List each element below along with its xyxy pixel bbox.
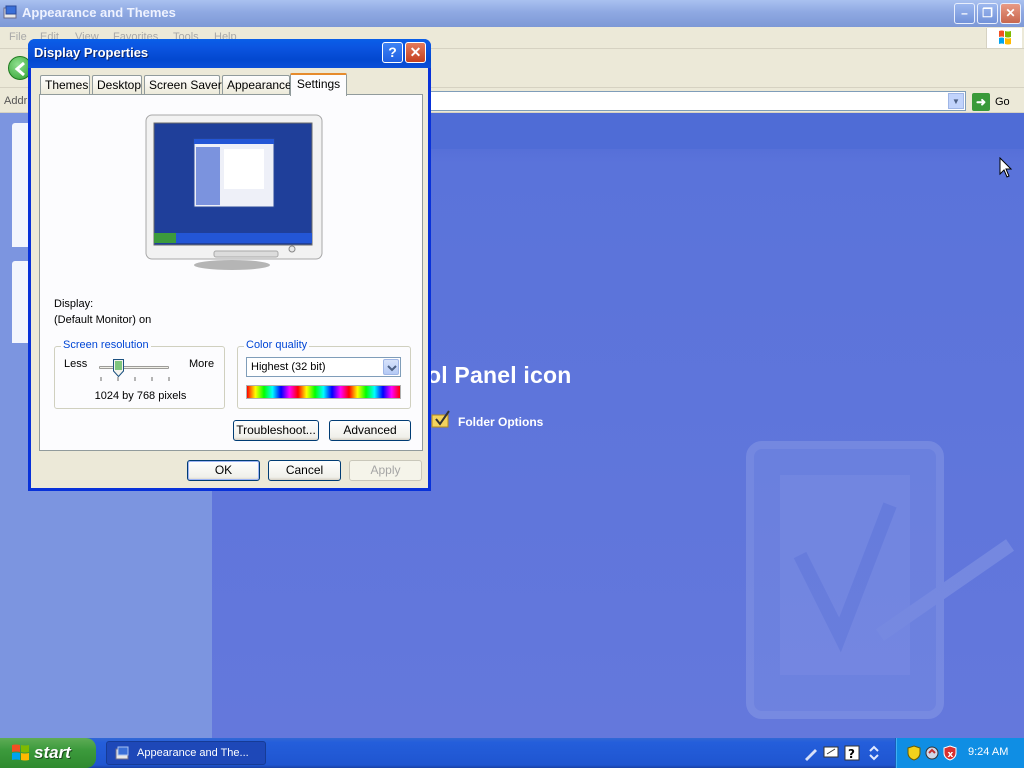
display-settings-icon[interactable] — [823, 745, 839, 761]
dialog-title-bar[interactable]: Display Properties ? ✕ — [28, 39, 431, 68]
explorer-title-bar[interactable]: Appearance and Themes – ❐ ✕ — [0, 0, 1024, 27]
monitor-preview-icon — [145, 114, 323, 270]
settings-tab-panel: Display: (Default Monitor) on Screen res… — [39, 94, 423, 451]
resolution-value: 1024 by 768 pixels — [94, 390, 187, 402]
taskbar-task-button[interactable]: Appearance and The... — [106, 741, 266, 765]
restore-button[interactable]: ❐ — [977, 3, 998, 24]
mouse-cursor-icon — [999, 157, 1013, 178]
start-button[interactable]: start — [0, 738, 96, 768]
taskbar: start Appearance and The... ? x 9:24 AM — [0, 738, 1024, 768]
go-button[interactable]: ➜ Go — [972, 93, 1016, 111]
antivirus-icon[interactable] — [924, 745, 940, 761]
more-label: More — [189, 358, 215, 370]
svg-text:x: x — [948, 750, 954, 760]
system-tray: x 9:24 AM — [895, 738, 1024, 768]
slider-ticks — [100, 377, 170, 381]
control-panel-heading: ol Panel icon — [427, 362, 572, 388]
security-shield-icon[interactable] — [906, 745, 922, 761]
apply-button[interactable]: Apply — [349, 460, 422, 481]
slider-thumb[interactable] — [113, 359, 124, 377]
menu-file[interactable]: File — [9, 31, 27, 43]
dialog-close-button[interactable]: ✕ — [405, 42, 426, 63]
windows-logo-icon — [12, 744, 29, 761]
cancel-button[interactable]: Cancel — [268, 460, 341, 481]
folder-options-icon[interactable] — [430, 409, 452, 429]
go-arrow-icon: ➜ — [972, 93, 990, 111]
dialog-title: Display Properties — [34, 45, 149, 60]
start-label: start — [34, 743, 71, 762]
help-icon[interactable]: ? — [844, 745, 860, 761]
tab-desktop[interactable]: Desktop — [92, 75, 142, 95]
svg-text:?: ? — [848, 747, 855, 761]
display-properties-dialog: Display Properties ? ✕ Themes Desktop Sc… — [28, 39, 431, 491]
clock[interactable]: 9:24 AM — [968, 746, 1008, 758]
tab-settings[interactable]: Settings — [290, 73, 347, 96]
help-button[interactable]: ? — [382, 42, 403, 63]
network-icon[interactable] — [866, 745, 882, 761]
display-value: (Default Monitor) on — [54, 314, 152, 326]
chevron-down-icon[interactable] — [383, 359, 399, 375]
troubleshoot-button[interactable]: Troubleshoot... — [233, 420, 319, 441]
tab-screen-saver[interactable]: Screen Saver — [144, 75, 222, 95]
control-panel-watermark-icon — [746, 441, 1014, 719]
explorer-close-button[interactable]: ✕ — [1000, 3, 1021, 24]
less-label: Less — [64, 358, 88, 370]
security-alert-icon[interactable]: x — [942, 745, 958, 761]
color-spectrum-bar — [246, 385, 401, 399]
address-label: Addr — [4, 95, 28, 107]
tab-themes[interactable]: Themes — [40, 75, 90, 95]
control-panel-icon — [3, 5, 17, 19]
color-quality-select[interactable]: Highest (32 bit) — [246, 357, 401, 377]
screen-resolution-title: Screen resolution — [61, 339, 151, 351]
taskbar-task-label: Appearance and The... — [137, 747, 249, 759]
pen-tool-icon[interactable] — [803, 745, 819, 761]
chevron-down-icon[interactable]: ▼ — [948, 93, 964, 109]
color-quality-group: Color quality Highest (32 bit) — [237, 339, 411, 409]
dialog-tabs: Themes Desktop Screen Saver Appearance S… — [40, 73, 420, 96]
color-quality-value: Highest (32 bit) — [251, 361, 326, 373]
minimize-button[interactable]: – — [954, 3, 975, 24]
resolution-slider[interactable] — [99, 366, 169, 369]
advanced-button[interactable]: Advanced — [329, 420, 411, 441]
ok-button[interactable]: OK — [187, 460, 260, 481]
tab-appearance[interactable]: Appearance — [222, 75, 292, 95]
folder-options-link[interactable]: Folder Options — [458, 415, 543, 429]
quick-tray: ? — [800, 738, 890, 768]
explorer-title: Appearance and Themes — [22, 5, 176, 20]
screen-resolution-group: Screen resolution Less More 1024 by 768 … — [54, 339, 225, 409]
go-label: Go — [995, 96, 1010, 108]
windows-logo-icon — [986, 28, 1022, 48]
color-quality-title: Color quality — [244, 339, 310, 351]
control-panel-icon — [115, 746, 129, 760]
display-label: Display: — [54, 298, 94, 310]
